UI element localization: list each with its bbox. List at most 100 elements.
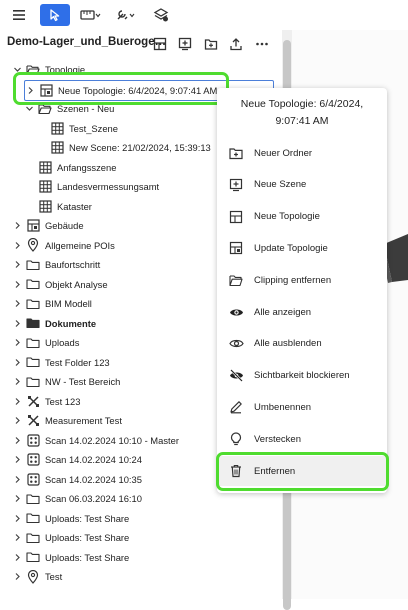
folder-filled-icon: [26, 316, 40, 330]
chevron-right-icon[interactable]: [12, 255, 22, 274]
chevron-right-icon[interactable]: [12, 509, 22, 528]
trash-icon: [228, 463, 244, 479]
chevron-right-icon[interactable]: [12, 567, 22, 586]
more-icon[interactable]: [254, 36, 270, 52]
tree-item[interactable]: Uploads: [12, 333, 79, 352]
upload-icon[interactable]: [228, 36, 244, 52]
menu-item-neue-szene[interactable]: Neue Szene: [217, 170, 387, 200]
tree-item[interactable]: NW - Test Bereich: [12, 372, 120, 391]
tree-item[interactable]: Objekt Analyse: [12, 275, 108, 294]
tree-item[interactable]: Allgemeine POIs: [12, 236, 115, 255]
tree-item[interactable]: Dokumente: [12, 314, 96, 333]
menu-item-label: Update Topologie: [254, 242, 328, 254]
menu-item-update-topologie[interactable]: Update Topologie: [217, 233, 387, 263]
chevron-right-icon[interactable]: [12, 411, 22, 430]
chevron-down-icon[interactable]: [24, 99, 34, 118]
chevron-right-icon[interactable]: [12, 236, 22, 255]
chevron-right-icon[interactable]: [12, 431, 22, 450]
chevron-right-icon[interactable]: [12, 294, 22, 313]
tree-item-label: New Scene: 21/02/2024, 15:39:13: [69, 142, 211, 153]
tree-item[interactable]: Scan 14.02.2024 10:10 - Master: [12, 431, 179, 450]
layers-icon[interactable]: [150, 4, 172, 26]
menu-item-umbenennen[interactable]: Umbenennen: [217, 392, 387, 422]
panel-header: Demo-Lager_und_Bueroge…: [0, 30, 282, 56]
add-folder-icon[interactable]: [203, 36, 219, 52]
tree-item[interactable]: Test 123: [12, 392, 80, 411]
tree-item[interactable]: New Scene: 21/02/2024, 15:39:13: [36, 138, 211, 157]
menu-icon[interactable]: [8, 4, 30, 26]
menu-item-label: Verstecken: [254, 433, 301, 445]
tree-item-label: BIM Modell: [45, 298, 92, 309]
chevron-right-icon[interactable]: [12, 333, 22, 352]
tree-item[interactable]: Test_Szene: [36, 119, 118, 138]
tree-item[interactable]: BIM Modell: [12, 294, 92, 313]
tree-item-label: Kataster: [57, 200, 92, 212]
menu-item-alle-ausblenden[interactable]: Alle ausblenden: [217, 329, 387, 359]
menu-item-sichtbarkeit-blockieren[interactable]: Sichtbarkeit blockieren: [217, 361, 387, 391]
tree-item[interactable]: Kataster: [24, 197, 92, 216]
pointer-icon[interactable]: [40, 4, 70, 26]
folder-open-icon: [26, 63, 40, 77]
tree-item-label: Baufortschritt: [45, 259, 101, 270]
chevron-right-icon[interactable]: [12, 450, 22, 469]
tree-item[interactable]: Szenen - Neu: [24, 99, 114, 118]
tree-item-label: Test_Szene: [69, 122, 118, 134]
eye-off-icon: [228, 368, 244, 384]
chevron-right-icon[interactable]: [12, 353, 22, 372]
folder-icon: [26, 258, 40, 272]
tree-item[interactable]: Uploads: Test Share: [12, 528, 129, 547]
scene-icon: [38, 160, 52, 174]
new-topology-icon[interactable]: [152, 36, 168, 52]
menu-item-clipping-entfernen[interactable]: Clipping entfernen: [217, 265, 387, 295]
menu-item-verstecken[interactable]: Verstecken: [217, 424, 387, 454]
tree-item[interactable]: Uploads: Test Share: [12, 548, 129, 567]
tree-item-label: Gebäude: [45, 220, 84, 231]
tree-item[interactable]: Test: [12, 567, 62, 586]
tree-item[interactable]: Topologie: [12, 60, 85, 79]
update-topology-icon: [228, 240, 244, 256]
pin-icon: [26, 238, 40, 252]
clipping-folder-icon: [228, 272, 244, 288]
tree-item-label: Measurement Test: [45, 415, 122, 426]
menu-item-neue-topologie[interactable]: Neue Topologie: [217, 202, 387, 232]
tree-item[interactable]: Scan 14.02.2024 10:35: [12, 470, 142, 489]
tree-item-label: NW - Test Bereich: [45, 376, 121, 387]
chevron-right-icon[interactable]: [12, 216, 22, 235]
chevron-right-icon[interactable]: [12, 470, 22, 489]
chevron-right-icon[interactable]: [12, 314, 22, 333]
chevron-right-icon[interactable]: [12, 548, 22, 567]
chevron-down-icon[interactable]: [12, 60, 22, 79]
tools-icon[interactable]: [113, 4, 139, 26]
tree-item[interactable]: Landesvermessungsamt: [24, 177, 159, 196]
tree-item[interactable]: Anfangsszene: [24, 158, 116, 177]
chevron-right-icon[interactable]: [25, 81, 35, 100]
tree-item[interactable]: Uploads: Test Share: [12, 509, 129, 528]
tree-item-label: Neue Topologie: 6/4/2024, 9:07:41 AM: [58, 84, 218, 96]
tree-item-label: Scan 06.03.2024 16:10: [45, 493, 142, 504]
tree-item[interactable]: Gebäude: [12, 216, 84, 235]
chevron-right-icon[interactable]: [12, 489, 22, 508]
menu-item-label: Sichtbarkeit blockieren: [254, 370, 350, 382]
scene-icon: [50, 141, 64, 155]
folder-open-icon: [38, 102, 52, 116]
tree-item-label: Scan 14.02.2024 10:35: [45, 473, 142, 485]
menu-item-neuer-ordner[interactable]: Neuer Ordner: [217, 138, 387, 168]
folder-icon: [26, 375, 40, 389]
tree-item[interactable]: Measurement Test: [12, 411, 122, 430]
chevron-right-icon[interactable]: [12, 392, 22, 411]
tree-item[interactable]: Test Folder 123: [12, 353, 110, 372]
menu-item-label: Umbenennen: [254, 401, 312, 413]
chevron-right-icon[interactable]: [12, 275, 22, 294]
add-scene-icon[interactable]: [177, 36, 193, 52]
menu-item-entfernen[interactable]: Entfernen: [217, 456, 387, 486]
tree-item[interactable]: Scan 06.03.2024 16:10: [12, 489, 142, 508]
chevron-right-icon[interactable]: [12, 372, 22, 391]
menu-item-alle-anzeigen[interactable]: Alle anzeigen: [217, 297, 387, 327]
scan-icon: [26, 453, 40, 467]
chevron-right-icon[interactable]: [12, 528, 22, 547]
tree-item[interactable]: Baufortschritt: [12, 255, 100, 274]
ruler-icon[interactable]: [78, 4, 104, 26]
tree-item[interactable]: Scan 14.02.2024 10:24: [12, 450, 142, 469]
